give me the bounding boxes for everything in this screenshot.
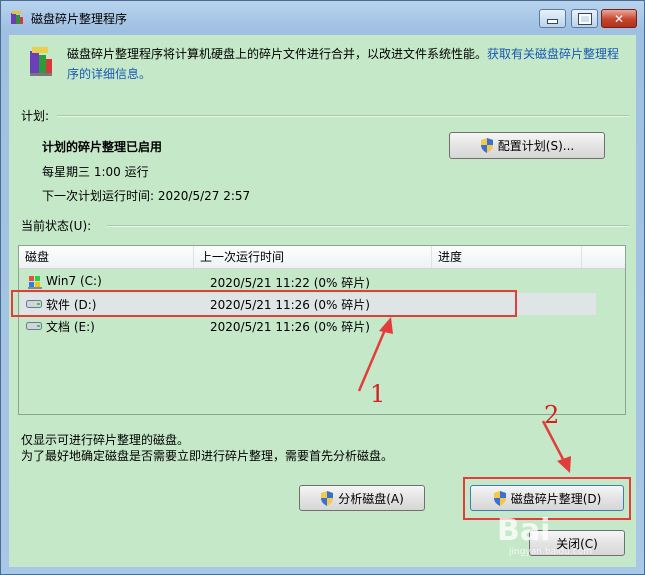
client-area: 磁盘碎片整理程序将计算机硬盘上的碎片文件进行合并，以改进文件系统性能。获取有关磁… [9, 35, 636, 567]
disk-row-e[interactable]: 文档 (E:) 2020/5/21 11:26 (0% 碎片) [20, 315, 596, 337]
annotation-box-disk-d [11, 290, 517, 317]
schedule-status: 计划的碎片整理已启用 [42, 140, 163, 154]
close-window-button[interactable]: ✕ [601, 9, 637, 28]
configure-schedule-label: 配置计划(S)... [497, 139, 575, 153]
uac-shield-icon [321, 490, 334, 506]
configure-schedule-button[interactable]: 配置计划(S)... [449, 132, 605, 159]
defrag-app-icon [11, 11, 23, 24]
defrag-window: 磁盘碎片整理程序 ✕ 磁盘碎片整理程序将计算机硬盘上的碎片文件进行合并，以改进文… [0, 0, 645, 575]
windows-drive-icon [28, 276, 42, 289]
defragment-disk-button[interactable]: 磁盘碎片整理(D) [470, 485, 624, 511]
analyze-disk-label: 分析磁盘(A) [338, 491, 404, 506]
title-bar[interactable]: 磁盘碎片整理程序 ✕ [1, 1, 644, 35]
annotation-arrow-2 [541, 420, 571, 473]
drive-icon [26, 322, 42, 330]
analyze-disk-button[interactable]: 分析磁盘(A) [299, 485, 425, 511]
uac-shield-icon [480, 138, 493, 153]
schedule-label: 计划: [21, 109, 50, 123]
schedule-frequency: 每星期三 1:00 运行 [42, 165, 149, 179]
watermark-logo: Bai [497, 513, 551, 548]
disk-list[interactable]: 磁盘 上一次运行时间 进度 Win7 (C:) 2020/5/21 11:22 … [18, 245, 626, 415]
maximize-icon [577, 12, 592, 25]
description: 磁盘碎片整理程序将计算机硬盘上的碎片文件进行合并，以改进文件系统性能。获取有关磁… [67, 44, 627, 84]
close-icon: ✕ [613, 11, 625, 26]
defrag-program-icon [30, 47, 52, 76]
disk-name: Win7 (C:) [46, 274, 102, 288]
column-progress[interactable]: 进度 [432, 246, 582, 268]
schedule-next-run: 下一次计划运行时间: 2020/5/27 2:57 [42, 189, 251, 203]
column-disk[interactable]: 磁盘 [19, 246, 194, 268]
disk-list-header: 磁盘 上一次运行时间 进度 [19, 246, 625, 269]
uac-shield-icon [493, 490, 506, 506]
window-title: 磁盘碎片整理程序 [31, 12, 128, 26]
annotation-number-1: 1 [370, 380, 386, 408]
current-status-label: 当前状态(U): [21, 219, 92, 233]
watermark-url: jingyan.baidu.com [509, 547, 593, 557]
status-divider [107, 225, 629, 227]
disk-name: 文档 (E:) [46, 320, 95, 334]
note-line-2: 为了最好地确定磁盘是否需要立即进行碎片整理，需要首先分析磁盘。 [21, 449, 394, 463]
minimize-button[interactable] [539, 9, 566, 28]
maximize-button[interactable] [571, 9, 598, 28]
disk-last-run: 2020/5/21 11:22 (0% 碎片) [210, 276, 370, 290]
schedule-divider [57, 115, 629, 117]
minimize-icon [547, 19, 558, 24]
disk-last-run: 2020/5/21 11:26 (0% 碎片) [210, 320, 370, 334]
column-last-run[interactable]: 上一次运行时间 [194, 246, 432, 268]
description-text: 磁盘碎片整理程序将计算机硬盘上的碎片文件进行合并，以改进文件系统性能。 [67, 47, 488, 61]
defragment-disk-label: 磁盘碎片整理(D) [510, 491, 602, 506]
note-line-1: 仅显示可进行碎片整理的磁盘。 [21, 433, 190, 447]
